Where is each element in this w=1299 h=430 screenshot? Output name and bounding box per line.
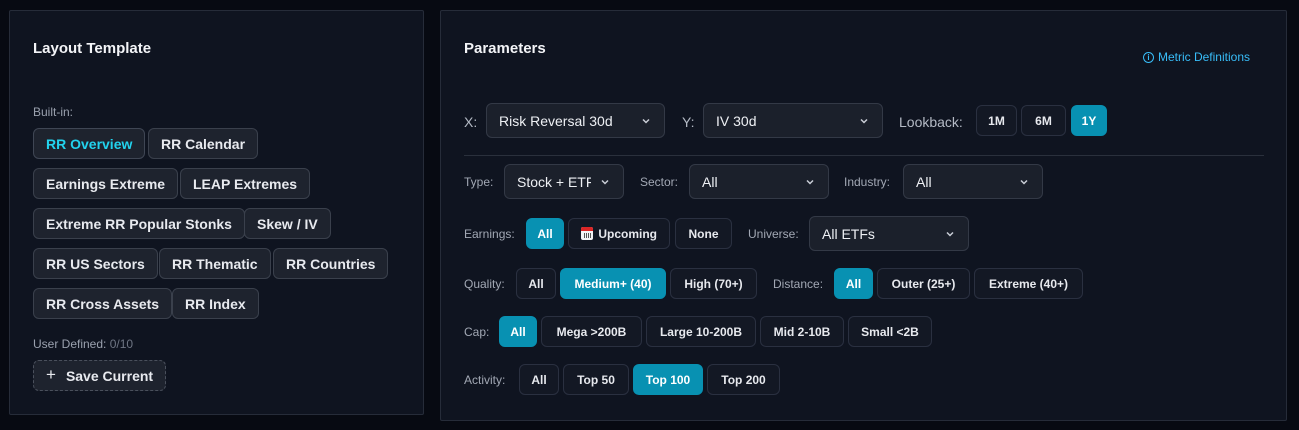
distance-extreme[interactable]: Extreme (40+) [974, 268, 1083, 299]
template-rr-calendar[interactable]: RR Calendar [148, 128, 259, 159]
lookback-6m[interactable]: 6M [1021, 105, 1066, 136]
activity-top-200[interactable]: Top 200 [707, 364, 780, 395]
type-select[interactable]: Stock + ETF [504, 164, 624, 199]
chevron-down-icon [642, 118, 650, 124]
save-current-label: Save Current [65, 367, 154, 384]
quality-label: Quality: [464, 277, 505, 291]
distance-outer[interactable]: Outer (25+) [877, 268, 970, 299]
universe-select[interactable]: All ETFs [809, 216, 969, 251]
template-skew-iv[interactable]: Skew / IV [244, 208, 331, 239]
user-defined-text: User Defined: [33, 337, 107, 351]
distance-label: Distance: [773, 277, 824, 291]
activity-top-100[interactable]: Top 100 [633, 364, 703, 395]
template-rr-cross-assets[interactable]: RR Cross Assets [33, 288, 173, 319]
parameters-title: Parameters [464, 40, 546, 57]
metric-definitions-link[interactable]: i Metric Definitions [1142, 50, 1250, 64]
earnings-label: Earnings: [464, 227, 515, 241]
sector-value: All [702, 173, 718, 190]
lookback-1m[interactable]: 1M [976, 105, 1017, 136]
x-axis-select[interactable]: Risk Reversal 30d [486, 103, 665, 138]
cap-large[interactable]: Large 10-200B [646, 316, 756, 347]
activity-all[interactable]: All [519, 364, 559, 395]
chevron-down-icon [806, 179, 814, 185]
template-earnings-extreme[interactable]: Earnings Extreme [33, 168, 179, 199]
y-axis-value: IV 30d [716, 112, 757, 129]
industry-value: All [916, 173, 932, 190]
info-circle-icon: i [1142, 51, 1154, 63]
lookback-1y[interactable]: 1Y [1071, 105, 1107, 136]
cap-mid[interactable]: Mid 2-10B [760, 316, 844, 347]
chevron-down-icon [946, 231, 954, 237]
quality-high[interactable]: High (70+) [670, 268, 757, 299]
chevron-down-icon [601, 179, 609, 185]
earnings-none[interactable]: None [675, 218, 732, 249]
cap-label: Cap: [464, 325, 490, 339]
x-axis-label: X: [464, 114, 478, 130]
template-rr-overview[interactable]: RR Overview [33, 128, 146, 159]
template-rr-thematic[interactable]: RR Thematic [159, 248, 271, 279]
y-axis-label: Y: [682, 114, 695, 130]
plus-icon: + [46, 364, 56, 384]
earnings-all[interactable]: All [526, 218, 564, 249]
cap-mega[interactable]: Mega >200B [541, 316, 642, 347]
x-axis-value: Risk Reversal 30d [499, 112, 613, 129]
universe-label: Universe: [748, 227, 799, 241]
distance-all[interactable]: All [834, 268, 873, 299]
type-value: Stock + ETF [517, 173, 591, 190]
type-label: Type: [464, 175, 494, 189]
template-extreme-rr-popular-stonks[interactable]: Extreme RR Popular Stonks [33, 208, 245, 239]
save-current-button[interactable]: + Save Current [33, 360, 167, 391]
layout-template-panel: Layout Template Built-in: RR Overview RR… [9, 10, 424, 415]
industry-label: Industry: [844, 175, 891, 189]
lookback-label: Lookback: [899, 114, 963, 130]
chevron-down-icon [860, 118, 868, 124]
layout-template-title: Layout Template [33, 40, 152, 57]
template-rr-index[interactable]: RR Index [172, 288, 259, 319]
y-axis-select[interactable]: IV 30d [703, 103, 883, 138]
activity-label: Activity: [464, 373, 506, 387]
activity-top-50[interactable]: Top 50 [563, 364, 629, 395]
sector-label: Sector: [640, 175, 679, 189]
parameters-divider [464, 155, 1264, 156]
template-leap-extremes[interactable]: LEAP Extremes [180, 168, 311, 199]
quality-all[interactable]: All [516, 268, 556, 299]
chevron-down-icon [1020, 179, 1028, 185]
earnings-upcoming[interactable]: Upcoming [568, 218, 670, 249]
metric-definitions-label: Metric Definitions [1157, 50, 1250, 64]
calendar-icon [581, 227, 594, 240]
cap-all[interactable]: All [499, 316, 537, 347]
earnings-upcoming-label: Upcoming [598, 226, 657, 241]
cap-small[interactable]: Small <2B [848, 316, 932, 347]
sector-select[interactable]: All [689, 164, 829, 199]
industry-select[interactable]: All [903, 164, 1043, 199]
user-defined-label: User Defined: 0/10 [33, 337, 133, 351]
template-rr-countries[interactable]: RR Countries [273, 248, 389, 279]
user-defined-count: 0/10 [109, 337, 134, 351]
template-rr-us-sectors[interactable]: RR US Sectors [33, 248, 158, 279]
universe-value: All ETFs [822, 225, 875, 242]
built-in-label: Built-in: [33, 105, 74, 119]
quality-medium[interactable]: Medium+ (40) [560, 268, 666, 299]
